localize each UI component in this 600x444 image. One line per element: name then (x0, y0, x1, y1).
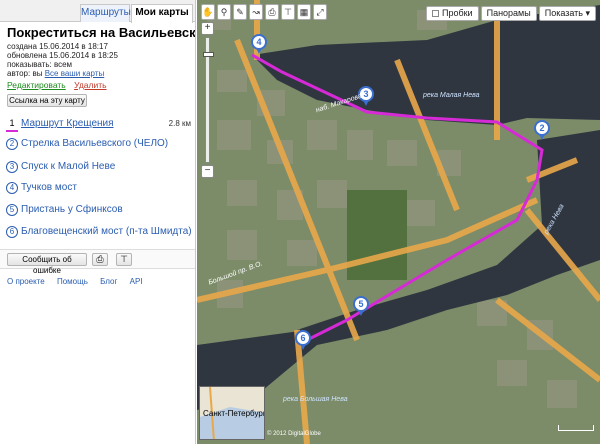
point-label: Спуск к Малой Неве (21, 161, 116, 172)
traffic-label: Пробки (441, 8, 473, 18)
footer-api-link[interactable]: API (130, 277, 143, 286)
map-marker[interactable]: 4 (251, 34, 267, 54)
minimap[interactable]: Санкт-Петербург (199, 386, 265, 440)
route-length: 2.8 км (168, 119, 191, 128)
river-label: река Большая Нева (283, 396, 348, 403)
point-number-badge: 3 (6, 161, 18, 173)
checkbox-icon (431, 10, 439, 17)
author-text: автор: вы (7, 69, 43, 78)
map-link-button[interactable]: Ссылка на эту карту (7, 94, 87, 107)
updated-date: обновлена 15.06.2014 в 18:25 (7, 51, 118, 60)
point-number-badge: 2 (6, 138, 18, 150)
marker-tail (363, 100, 369, 106)
route-item-point[interactable]: 2 Стрелка Васильевского (ЧЕЛО) (6, 137, 191, 153)
footer-blog-link[interactable]: Блог (100, 277, 117, 286)
map-marker[interactable]: 6 (295, 330, 311, 350)
left-panel: Маршруты Мои карты Покреститься на Васил… (0, 0, 196, 444)
point-number-badge: 6 (6, 226, 18, 238)
minimap-city-label: Санкт-Петербург (203, 409, 265, 418)
point-label: Благовещенский мост (п-та Шмидта) (21, 226, 192, 237)
route-item-label: Маршрут Крещения (21, 118, 114, 129)
map-marker[interactable]: 2 (534, 120, 550, 140)
tab-routes[interactable]: Маршруты (80, 4, 131, 22)
panel-footer: О проекте Помощь Блог API (7, 277, 153, 286)
zoom-in-button[interactable]: + (201, 22, 214, 35)
route-item-point[interactable]: 3 Спуск к Малой Неве (6, 160, 191, 176)
point-number-badge: 5 (6, 204, 18, 216)
route-line-swatch (6, 130, 18, 132)
map-marker[interactable]: 5 (353, 296, 369, 316)
satellite-map[interactable]: ✋ ⚲ ✎ ↝ ⎙ ⊤ ▦ ⤢ Пробки Панорамы Показать… (197, 0, 600, 444)
delete-link[interactable]: Удалить (74, 80, 106, 90)
marker-tail (300, 344, 306, 350)
visibility-text: показывать: всем (7, 60, 73, 69)
point-number-badge: 4 (6, 182, 18, 194)
route-number: 1 (9, 118, 15, 128)
park (347, 190, 407, 280)
tab-my-maps[interactable]: Мои карты (131, 4, 193, 23)
traffic-toggle[interactable]: Пробки (425, 6, 479, 21)
scale-bar (558, 425, 594, 431)
map-imagery (197, 0, 600, 444)
marker-tail (358, 310, 364, 316)
route-icon[interactable]: ↝ (249, 4, 263, 20)
report-error-button[interactable]: Сообщить об ошибке (7, 253, 87, 275)
embed-icon[interactable]: ⊤ (116, 253, 132, 266)
layers-icon[interactable]: ▦ (297, 4, 311, 20)
author-line: автор: вы Все ваши карты (7, 69, 104, 78)
footer-about-link[interactable]: О проекте (7, 277, 45, 286)
magnifier-icon[interactable]: ⚲ (217, 4, 231, 20)
point-label: Тучков мост (21, 182, 77, 193)
map-title: Покреститься на Васильевском (7, 25, 196, 40)
all-maps-link[interactable]: Все ваши карты (45, 69, 105, 78)
point-label: Стрелка Васильевского (ЧЕЛО) (21, 138, 169, 149)
hand-icon[interactable]: ✋ (201, 4, 215, 20)
map-actions: Редактировать Удалить (7, 80, 107, 90)
embed-icon[interactable]: ⊤ (281, 4, 295, 20)
show-dropdown[interactable]: Показать ▾ (538, 6, 596, 21)
point-label: Пристань у Сфинксов (21, 204, 123, 215)
copyright-text: © 2012 DigitalGlobe (267, 431, 321, 437)
panoramas-toggle[interactable]: Панорамы (480, 6, 537, 21)
marker-tail (256, 48, 262, 54)
zoom-out-button[interactable]: − (201, 165, 214, 178)
zoom-control: + − (201, 22, 214, 178)
zoom-slider[interactable] (203, 37, 214, 163)
marker-tail (539, 134, 545, 140)
zoom-thumb[interactable] (203, 52, 214, 57)
created-date: создана 15.06.2014 в 18:17 (7, 42, 108, 51)
edit-link[interactable]: Редактировать (7, 80, 66, 90)
route-item-point[interactable]: 6 Благовещенский мост (п-та Шмидта) (6, 225, 192, 241)
route-item-point[interactable]: 4 Тучков мост (6, 181, 191, 197)
printer-icon[interactable]: ⎙ (92, 253, 108, 266)
route-item-main[interactable]: 1 Маршрут Крещения 2.8 км (6, 117, 191, 133)
panel-tabs: Маршруты Мои карты (0, 0, 195, 23)
river-label: река Малая Нева (423, 92, 480, 99)
footer-help-link[interactable]: Помощь (57, 277, 88, 286)
printer-icon[interactable]: ⎙ (265, 4, 279, 20)
ruler-icon[interactable]: ✎ (233, 4, 247, 20)
layer-buttons: Пробки Панорамы Показать ▾ (425, 6, 596, 21)
route-item-point[interactable]: 5 Пристань у Сфинксов (6, 203, 191, 219)
fullscreen-icon[interactable]: ⤢ (313, 4, 327, 20)
